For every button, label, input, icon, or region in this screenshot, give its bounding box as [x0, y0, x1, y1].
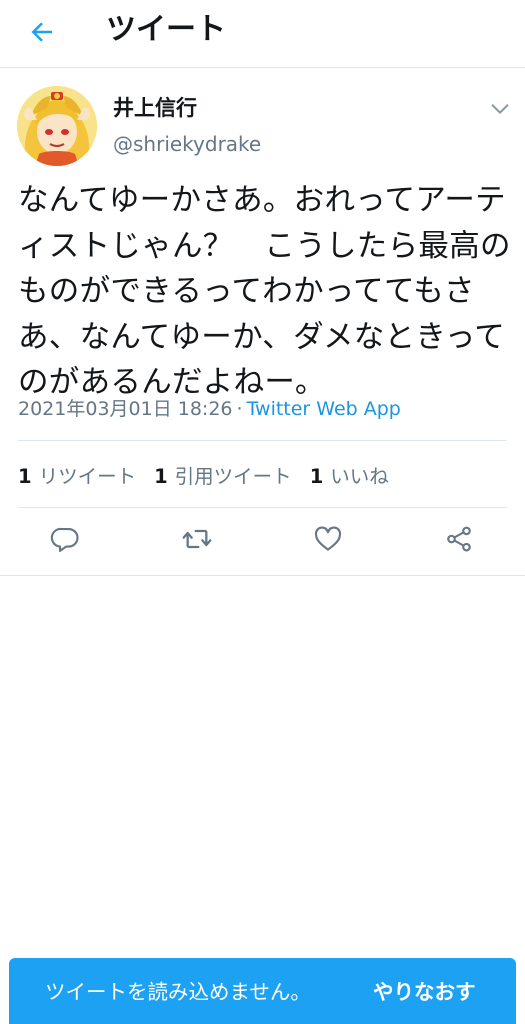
divider: [18, 440, 507, 441]
page-title: ツイート: [106, 12, 226, 47]
retry-button[interactable]: やりなおす: [373, 977, 476, 1007]
share-button[interactable]: [442, 522, 476, 556]
author-handle[interactable]: @shriekydrake: [113, 130, 261, 158]
retweet-icon: [182, 529, 212, 549]
likes-stat[interactable]: 1 いいね: [310, 460, 389, 489]
tweet-text: なんてゆーかさあ。おれってアーティストじゃん？ こうしたら最高のものができるって…: [18, 183, 511, 400]
likes-count: 1: [309, 464, 324, 488]
heart-icon: [314, 526, 342, 551]
back-button[interactable]: [22, 12, 62, 52]
reply-button[interactable]: [48, 522, 82, 556]
tweet-detail-screen: ツイート 井上信行 @shriekydrake なんてゆーかさあ。おれってアーテ…: [0, 0, 525, 1024]
retweets-label: リツイート: [38, 464, 137, 488]
meta-separator: ·: [236, 398, 243, 420]
error-toast: ツイートを読み込めません。 やりなおす: [9, 958, 516, 1024]
tweet-timestamp: 2021年03月01日 18:26: [18, 398, 233, 420]
quote-tweets-label: 引用ツイート: [174, 464, 292, 488]
author-name[interactable]: 井上信行: [113, 93, 197, 123]
divider: [0, 575, 525, 576]
like-button[interactable]: [311, 522, 345, 556]
reply-icon: [50, 527, 79, 552]
tweet-meta: 2021年03月01日 18:26 · Twitter Web App: [18, 394, 401, 424]
quote-tweets-count: 1: [154, 464, 168, 488]
share-icon: [447, 526, 471, 552]
chevron-down-icon: [491, 104, 509, 114]
tweet-author: 井上信行 @shriekydrake: [0, 68, 525, 168]
likes-label: いいね: [330, 464, 389, 488]
top-app-bar: ツイート: [0, 0, 525, 68]
retweet-button[interactable]: [180, 522, 214, 556]
tweet-stats: 1 リツイート 1 引用ツイート 1 いいね: [18, 458, 389, 490]
toast-message: ツイートを読み込めません。: [45, 980, 311, 1004]
arrow-left-icon: [31, 22, 52, 42]
retweets-stat[interactable]: 1 リツイート: [18, 460, 136, 489]
tweet-source-link[interactable]: Twitter Web App: [247, 398, 401, 420]
retweets-count: 1: [18, 464, 32, 488]
avatar-illustration: [17, 86, 97, 166]
avatar[interactable]: [17, 86, 97, 166]
quote-tweets-stat[interactable]: 1 引用ツイート: [154, 460, 292, 489]
tweet-menu-button[interactable]: [487, 96, 513, 122]
tweet-actions: [0, 508, 525, 574]
